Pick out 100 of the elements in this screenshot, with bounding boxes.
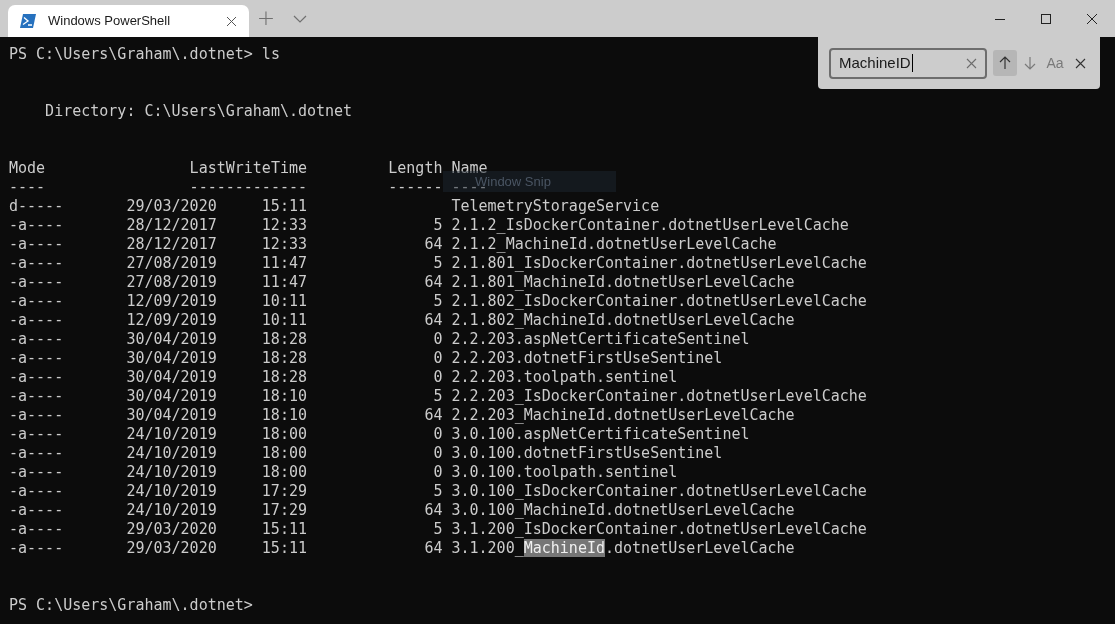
file-name: 2.2.203.toolpath.sentinel — [451, 368, 678, 387]
file-time: 11:47 — [261, 273, 307, 292]
file-date: 24/10/2019 — [126, 501, 218, 520]
file-date: 24/10/2019 — [126, 425, 218, 444]
column-header: Name — [451, 159, 488, 177]
file-length: 64 — [423, 235, 443, 254]
file-name: 3.0.100_MachineId.dotnetUserLevelCache — [451, 501, 795, 520]
file-mode: -a---- — [9, 482, 65, 501]
file-time: 18:10 — [261, 406, 307, 425]
file-mode: -a---- — [9, 368, 65, 387]
terminal-icon — [20, 14, 36, 28]
file-date: 24/10/2019 — [126, 444, 218, 463]
file-date: 27/08/2019 — [126, 273, 218, 292]
file-mode: -a---- — [9, 349, 65, 368]
file-time: 11:47 — [261, 254, 307, 273]
file-name: 2.1.2_IsDockerContainer.dotnetUserLevelCache — [451, 216, 849, 235]
file-length: 5 — [432, 216, 443, 235]
file-time: 18:00 — [261, 463, 307, 482]
file-name: TelemetryStorageService — [451, 197, 660, 216]
file-name: 2.1.801_MachineId.dotnetUserLevelCache — [451, 273, 795, 292]
file-time: 18:28 — [261, 330, 307, 349]
file-date: 12/09/2019 — [126, 311, 218, 330]
file-time: 15:11 — [261, 539, 307, 558]
file-time: 15:11 — [261, 520, 307, 539]
file-mode: -a---- — [9, 292, 65, 311]
file-mode: -a---- — [9, 501, 65, 520]
file-name: 3.0.100.toolpath.sentinel — [451, 463, 678, 482]
file-length: 0 — [432, 444, 443, 463]
file-mode: -a---- — [9, 539, 65, 558]
file-time: 10:11 — [261, 292, 307, 311]
file-mode: -a---- — [9, 216, 65, 235]
file-date: 24/10/2019 — [126, 463, 218, 482]
file-name: 2.1.802_MachineId.dotnetUserLevelCache — [451, 311, 795, 330]
column-header: Mode — [9, 159, 47, 178]
file-mode: -a---- — [9, 444, 65, 463]
up-arrow-icon — [999, 56, 1011, 70]
file-length: 0 — [432, 463, 443, 482]
prompt: PS C:\Users\Graham\.dotnet> — [9, 45, 253, 64]
tab[interactable]: Windows PowerShell — [8, 5, 249, 37]
file-date: 30/04/2019 — [126, 330, 218, 349]
file-date: 29/03/2020 — [126, 539, 218, 558]
file-name: 3.1.200_IsDockerContainer.dotnetUserLevelCache — [451, 520, 867, 539]
file-length: 5 — [432, 254, 443, 273]
file-time: 17:29 — [261, 482, 307, 501]
down-arrow-icon — [1024, 56, 1036, 70]
file-length: 5 — [432, 520, 443, 539]
file-length: 64 — [423, 501, 443, 520]
directory-path: Directory: C:\Users\Graham\.dotnet — [44, 102, 354, 121]
file-name: 2.2.203.dotnetFirstUseSentinel — [451, 349, 723, 368]
file-date: 29/03/2020 — [126, 520, 218, 539]
file-date: 30/04/2019 — [126, 406, 218, 425]
file-length: 5 — [432, 292, 443, 311]
file-mode: -a---- — [9, 330, 65, 349]
column-underline: ------------- — [189, 178, 307, 197]
file-length: 0 — [432, 349, 443, 368]
file-time: 15:11 — [261, 197, 307, 216]
file-time: 10:11 — [261, 311, 307, 330]
column-underline: ------ — [387, 178, 443, 197]
file-time: 12:33 — [261, 235, 307, 254]
file-length: 64 — [423, 311, 443, 330]
dropdown-caret-icon[interactable] — [293, 15, 307, 23]
file-name: 3.0.100.dotnetFirstUseSentinel — [451, 444, 723, 463]
file-length: 0 — [432, 330, 443, 349]
file-time: 17:29 — [261, 501, 307, 520]
file-date: 28/12/2017 — [126, 216, 218, 235]
file-name: 2.1.801_IsDockerContainer.dotnetUserLevelCache — [451, 254, 867, 273]
file-mode: -a---- — [9, 520, 65, 539]
close-tab-icon[interactable] — [226, 15, 237, 27]
file-date: 24/10/2019 — [126, 482, 218, 501]
file-name: 2.2.203_MachineId.dotnetUserLevelCache — [451, 406, 795, 425]
file-time: 18:28 — [261, 368, 307, 387]
file-time: 18:00 — [261, 425, 307, 444]
file-date: 28/12/2017 — [126, 235, 218, 254]
file-date: 12/09/2019 — [126, 292, 218, 311]
file-mode: -a---- — [9, 387, 65, 406]
file-date: 27/08/2019 — [126, 254, 218, 273]
file-length: 5 — [432, 482, 443, 501]
find-field[interactable]: MachineID — [829, 47, 987, 79]
file-length: 0 — [432, 425, 443, 444]
file-name: 2.2.203_IsDockerContainer.dotnetUserLevelCache — [451, 387, 867, 406]
column-underline: ---- — [9, 178, 47, 197]
close-icon[interactable] — [1086, 12, 1098, 25]
clear-icon[interactable] — [966, 57, 977, 69]
file-date: 30/04/2019 — [126, 368, 218, 387]
maximize-icon[interactable] — [1040, 12, 1052, 25]
file-name: 2.2.203.aspNetCertificateSentinel — [451, 330, 750, 349]
command: ls — [261, 45, 280, 64]
file-length: 64 — [423, 539, 443, 558]
file-name: 2.1.802_IsDockerContainer.dotnetUserLevelCache — [451, 292, 867, 311]
file-length: 5 — [432, 387, 443, 406]
file-length: 64 — [423, 406, 443, 425]
file-time: 18:00 — [261, 444, 307, 463]
file-time: 18:10 — [261, 387, 307, 406]
column-header: LastWriteTime — [189, 159, 307, 178]
file-mode: -a---- — [9, 273, 65, 292]
up-button[interactable] — [993, 50, 1017, 76]
file-date: 29/03/2020 — [126, 197, 218, 216]
file-name: 3.0.100_IsDockerContainer.dotnetUserLevelCache — [451, 482, 867, 501]
file-name: 2.1.2_MachineId.dotnetUserLevelCache — [451, 235, 777, 254]
prompt: PS C:\Users\Graham\.dotnet> — [9, 596, 254, 615]
